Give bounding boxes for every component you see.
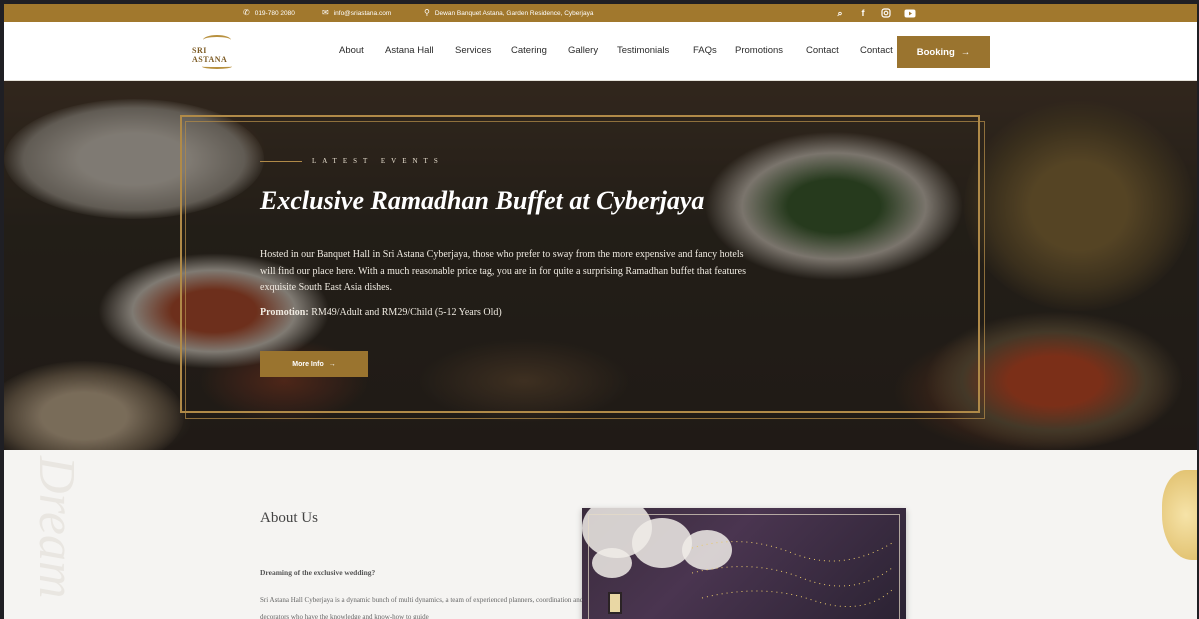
hall-photo xyxy=(582,508,906,619)
logo-base xyxy=(201,64,232,69)
arrow-right-icon: → xyxy=(328,360,336,368)
booking-button[interactable]: Booking → xyxy=(897,36,990,68)
nav-item-astana-hall[interactable]: Astana Hall xyxy=(385,45,434,56)
nav-item-faqs[interactable]: FAQs xyxy=(693,45,717,56)
hero-eyebrow: LATEST EVENTS xyxy=(260,157,444,165)
about-text: Sri Astana Hall Cyberjaya is a dynamic b… xyxy=(260,596,584,619)
watermark-text: Dream xyxy=(18,450,88,619)
facebook-icon[interactable]: f xyxy=(857,7,869,19)
phone-contact[interactable]: ✆ 019-780 2080 xyxy=(243,4,295,22)
instagram-icon[interactable] xyxy=(880,7,892,19)
nav-item-services[interactable]: Services xyxy=(455,45,491,56)
svg-text:Dream: Dream xyxy=(28,455,85,599)
about-subtitle: Dreaming of the exclusive wedding? xyxy=(260,568,376,577)
photo-frame xyxy=(588,514,900,619)
envelope-icon: ✉ xyxy=(322,8,329,17)
site-logo[interactable]: SRI ASTANA xyxy=(192,34,241,69)
phone-number: 019-780 2080 xyxy=(254,9,295,17)
arrow-right-icon: → xyxy=(960,46,971,58)
eyebrow-line xyxy=(260,160,302,162)
address-text: Dewan Banquet Astana, Garden Residence, … xyxy=(434,9,594,17)
youtube-icon[interactable] xyxy=(904,7,916,19)
decorative-image xyxy=(1162,470,1197,560)
hero-title: Exclusive Ramadhan Buffet at Cyberjaya xyxy=(260,186,705,215)
map-pin-icon: ⚲ xyxy=(424,8,430,17)
nav-item-about[interactable]: About xyxy=(339,45,364,56)
address-contact[interactable]: ⚲ Dewan Banquet Astana, Garden Residence… xyxy=(424,4,593,22)
promotion-value: RM49/Adult and RM29/Child (5-12 Years Ol… xyxy=(308,307,502,318)
browser-viewport: ✆ 019-780 2080 ✉ info@sriastana.com ⚲ De… xyxy=(4,4,1197,619)
eyebrow-text: LATEST EVENTS xyxy=(312,157,444,165)
nav-item-catering[interactable]: Catering xyxy=(511,45,547,56)
phone-icon: ✆ xyxy=(243,8,250,17)
email-address: info@sriastana.com xyxy=(333,9,392,17)
hero-promotion: Promotion: RM49/Adult and RM29/Child (5-… xyxy=(260,307,502,318)
more-info-button[interactable]: More Info → xyxy=(260,351,368,377)
nav-item-gallery[interactable]: Gallery xyxy=(568,45,598,56)
about-section: Dream About Us Dreaming of the exclusive… xyxy=(4,450,1197,619)
hero-description: Hosted in our Banquet Hall in Sri Astana… xyxy=(260,249,747,293)
logo-text: SRI ASTANA xyxy=(192,45,228,64)
search-icon[interactable]: ⌕ xyxy=(834,7,846,19)
promotion-label: Promotion: xyxy=(260,307,309,318)
logo-crest xyxy=(202,34,231,45)
top-info-bar: ✆ 019-780 2080 ✉ info@sriastana.com ⚲ De… xyxy=(4,4,1197,22)
email-contact[interactable]: ✉ info@sriastana.com xyxy=(322,4,391,22)
nav-item-contact-2[interactable]: Contact xyxy=(860,45,893,56)
more-info-label: More Info xyxy=(292,360,324,368)
nav-item-promotions[interactable]: Promotions xyxy=(735,45,783,56)
booking-label: Booking xyxy=(916,46,955,58)
nav-item-contact[interactable]: Contact xyxy=(806,45,839,56)
about-title: About Us xyxy=(260,510,318,526)
nav-item-testimonials[interactable]: Testimonials xyxy=(617,45,669,56)
hero-banner: LATEST EVENTS Exclusive Ramadhan Buffet … xyxy=(4,81,1197,450)
main-navbar: SRI ASTANA About Astana Hall Services Ca… xyxy=(4,22,1197,81)
